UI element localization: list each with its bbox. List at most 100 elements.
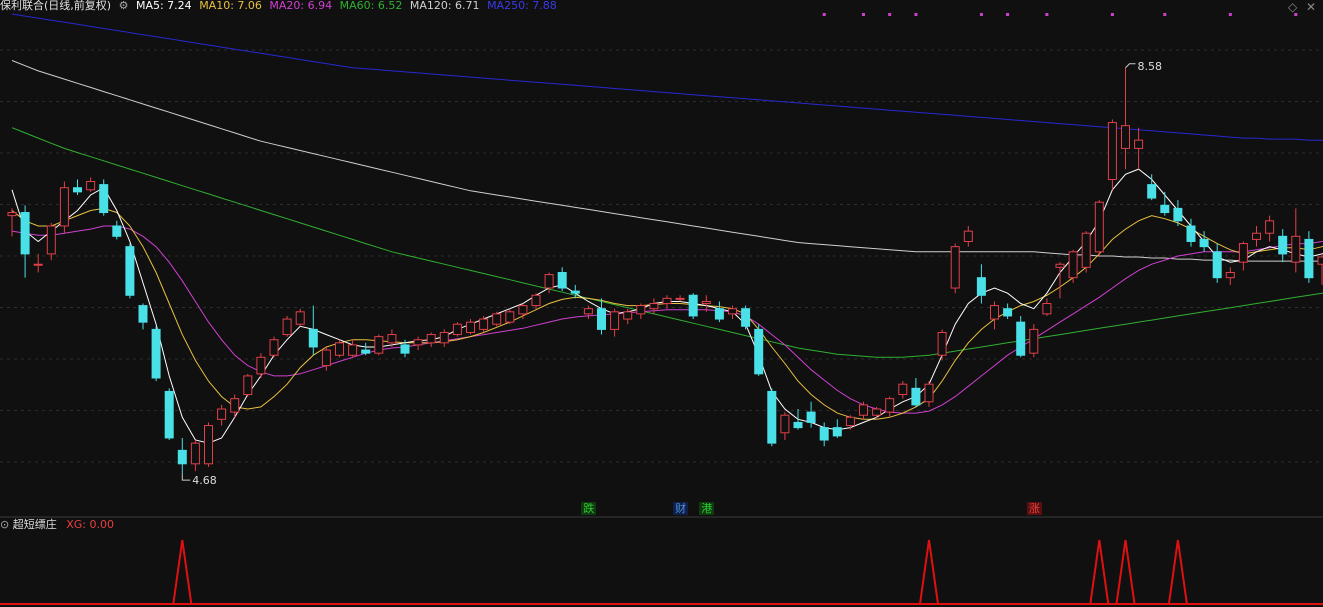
settings-icon[interactable]: ⚙: [119, 0, 129, 12]
ma10-line: [11, 207, 1323, 420]
down-candle: [570, 290, 580, 294]
ma250-line: [11, 13, 1323, 141]
down-candle: [1199, 238, 1209, 248]
up-candle: [505, 311, 515, 323]
up-candle: [518, 305, 528, 315]
up-candle: [937, 331, 947, 356]
up-candle: [1238, 243, 1248, 263]
event-tag[interactable]: 港: [699, 502, 715, 515]
down-candle: [911, 387, 921, 406]
up-candle: [544, 274, 554, 289]
ma20-label: MA20: 6.94: [269, 0, 333, 12]
signal-dot: [914, 13, 918, 16]
up-candle: [1081, 232, 1091, 268]
up-candle: [348, 344, 358, 356]
down-candle: [151, 328, 161, 379]
down-candle: [20, 212, 30, 255]
up-candle: [439, 331, 449, 344]
down-candle: [308, 328, 318, 348]
down-candle: [1160, 204, 1170, 214]
up-candle: [466, 321, 475, 333]
up-candle: [636, 305, 646, 315]
down-candle: [1016, 321, 1026, 356]
up-candle: [1094, 201, 1104, 253]
down-candle: [754, 328, 764, 375]
up-candle: [335, 342, 344, 356]
down-candle: [806, 411, 816, 423]
indicator-header: ⊙ 超短缥庄 XG: 0.00: [0, 518, 114, 532]
up-candle: [1291, 235, 1301, 263]
signal-dot: [1110, 13, 1114, 16]
down-candle: [164, 390, 174, 439]
low-label: 4.68: [192, 474, 217, 487]
high-pointer: [1125, 63, 1136, 69]
down-candle: [832, 427, 842, 437]
indicator-panel: [0, 539, 1323, 605]
stock-name[interactable]: 保利联合(日线,前复权): [0, 0, 111, 12]
event-tag[interactable]: 财: [673, 502, 689, 515]
down-candle: [125, 246, 135, 296]
up-candle: [531, 294, 541, 307]
up-candle: [1225, 272, 1235, 279]
ma20-line: [11, 225, 1323, 414]
up-candle: [295, 311, 305, 325]
up-candle: [217, 408, 227, 420]
up-candle: [269, 339, 279, 356]
up-candle: [728, 308, 737, 315]
ma5-label: MA5: 7.24: [135, 0, 192, 12]
moving-average-lines: [11, 13, 1323, 444]
up-candle: [86, 181, 96, 191]
down-candle: [597, 308, 606, 330]
down-candle: [1147, 184, 1157, 199]
down-candle: [99, 184, 109, 214]
diamond-icon[interactable]: ◇: [1288, 0, 1297, 14]
xg-spike: [1167, 539, 1188, 605]
up-candle: [1068, 251, 1078, 279]
down-candle: [1304, 238, 1314, 279]
chevron-down-icon[interactable]: ⊙: [0, 518, 9, 531]
down-candle: [1186, 225, 1196, 242]
chart-header: 保利联合(日线,前复权) ⚙ MA5: 7.24 MA10: 7.06 MA20…: [0, 0, 561, 14]
signal-dots: [822, 13, 1298, 16]
up-candle: [479, 318, 489, 330]
up-candle: [33, 263, 43, 266]
up-candle: [990, 305, 999, 320]
up-candle: [413, 339, 423, 346]
up-candle: [845, 416, 855, 427]
up-candle: [662, 297, 672, 305]
up-candle: [452, 323, 462, 336]
price-labels: 8.58 4.68: [181, 60, 1162, 487]
down-candle: [557, 272, 567, 289]
event-tag[interactable]: 涨: [1026, 502, 1042, 515]
down-candle: [767, 390, 777, 444]
signal-dot: [1006, 13, 1010, 16]
close-icon[interactable]: ✕: [1306, 0, 1316, 14]
down-candle: [688, 294, 698, 317]
up-candle: [374, 336, 384, 354]
signal-dot: [979, 13, 983, 16]
up-candle: [282, 318, 292, 336]
up-candle: [256, 356, 266, 375]
ma250-label: MA250: 7.88: [487, 0, 557, 12]
up-candle: [963, 230, 973, 242]
up-candle: [1252, 232, 1261, 240]
event-tag[interactable]: 跌: [581, 502, 597, 515]
up-candle: [623, 311, 633, 320]
xg-value: XG: 0.00: [66, 518, 114, 531]
up-candle: [1265, 220, 1275, 234]
ma120-label: MA120: 6.71: [409, 0, 480, 12]
up-candle: [950, 246, 960, 289]
up-candle: [190, 442, 200, 465]
down-candle: [714, 308, 724, 320]
up-candle: [7, 212, 17, 217]
up-candle: [426, 334, 436, 344]
up-candle: [885, 398, 895, 413]
down-candle: [138, 305, 148, 323]
down-candle: [361, 349, 371, 354]
up-candle: [872, 408, 882, 416]
up-candle: [243, 375, 253, 396]
up-candle: [924, 383, 934, 403]
up-candle: [230, 398, 240, 413]
down-candle: [1173, 207, 1183, 222]
indicator-name[interactable]: 超短缥庄: [13, 518, 57, 531]
